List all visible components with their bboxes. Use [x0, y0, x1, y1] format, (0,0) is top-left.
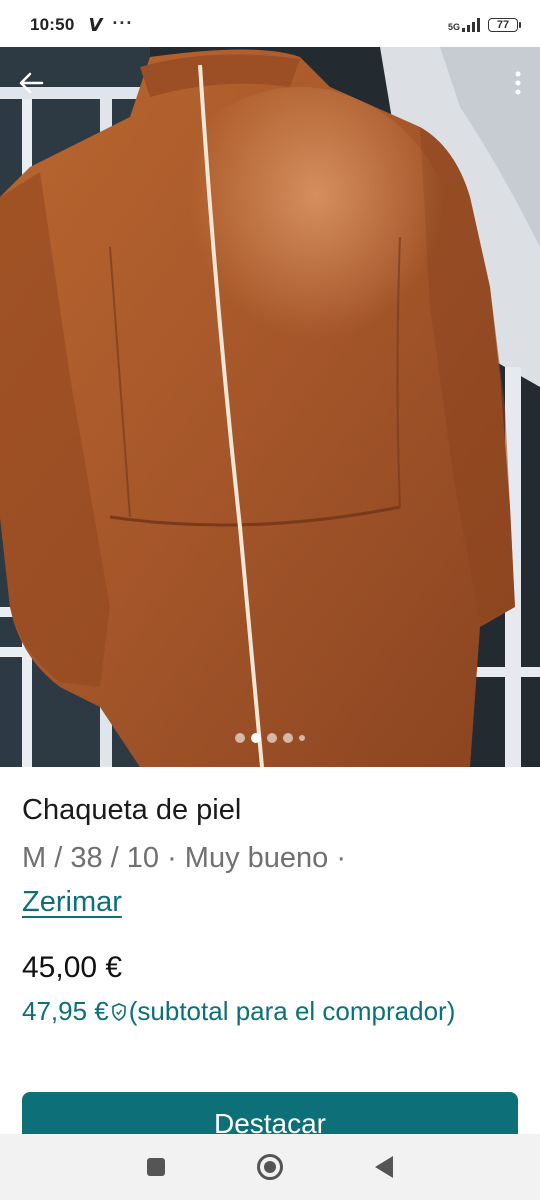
- buyer-price: 47,95 €: [22, 996, 109, 1026]
- back-arrow-icon[interactable]: [14, 65, 50, 101]
- product-price: 45,00 €: [22, 951, 123, 984]
- system-nav-bar: [0, 1134, 540, 1200]
- home-icon[interactable]: [257, 1154, 283, 1180]
- signal-icon: [462, 18, 480, 32]
- pager-dot[interactable]: [267, 733, 277, 743]
- product-photo[interactable]: [0, 47, 540, 767]
- buyer-price-note: (subtotal para el comprador): [128, 996, 456, 1026]
- notification-more-icon: ···: [112, 12, 134, 33]
- battery-level: 77: [496, 19, 510, 31]
- status-indicators: 5G 77: [448, 18, 521, 32]
- recents-icon[interactable]: [147, 1158, 165, 1176]
- pager-dot[interactable]: [299, 735, 305, 741]
- pager-dot-active[interactable]: [251, 733, 261, 743]
- carrier-icon: V: [88, 14, 103, 36]
- network-label: 5G: [447, 22, 460, 32]
- battery-icon: 77: [488, 18, 521, 32]
- status-time: 10:50: [30, 15, 75, 34]
- pager-dot[interactable]: [235, 733, 245, 743]
- network-indicator: 5G: [448, 18, 482, 32]
- more-options-icon[interactable]: [512, 69, 524, 101]
- product-meta: M / 38 / 10 · Muy bueno ·: [22, 842, 346, 874]
- product-title: Chaqueta de piel: [22, 794, 242, 826]
- pager-dot[interactable]: [283, 733, 293, 743]
- shield-icon: [111, 1002, 126, 1021]
- seller-link[interactable]: Zerimar: [22, 886, 122, 919]
- back-triangle-icon[interactable]: [375, 1156, 393, 1178]
- photo-pager[interactable]: [0, 733, 540, 743]
- buyer-price-info[interactable]: 47,95 € (subtotal para el comprador): [22, 996, 455, 1027]
- status-bar: 10:50 V ··· 5G 77: [0, 0, 540, 50]
- leather-jacket-image: [0, 47, 540, 767]
